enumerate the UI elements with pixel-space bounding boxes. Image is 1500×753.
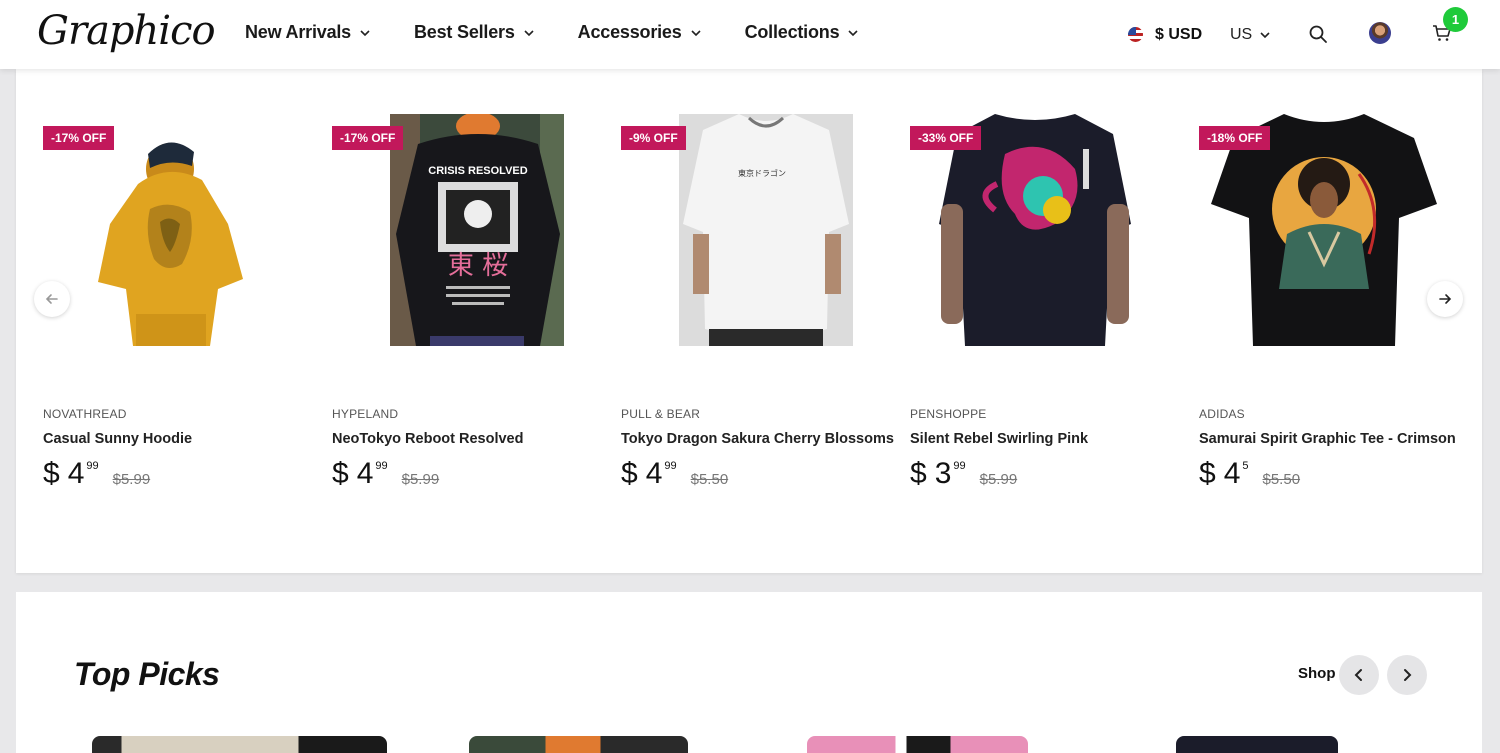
carousel-next-button[interactable] <box>1427 281 1463 317</box>
nav-label: Best Sellers <box>414 22 515 42</box>
product-brand: PULL & BEAR <box>621 407 701 421</box>
product-brand: PENSHOPPE <box>910 407 987 421</box>
original-price: $5.50 <box>690 471 729 488</box>
shirt-print-text: CRISIS RESOLVED <box>428 165 527 177</box>
top-pick-thumbnail[interactable] <box>1176 736 1338 753</box>
us-flag-icon <box>1128 27 1143 42</box>
arrow-right-icon <box>1439 294 1452 304</box>
original-price: $5.99 <box>401 471 440 488</box>
price-currency: $ <box>621 457 638 490</box>
nav-label: New Arrivals <box>245 22 351 42</box>
price-decimal: 99 <box>664 460 677 472</box>
nav-new-arrivals[interactable]: New Arrivals <box>245 22 370 43</box>
top-pick-thumbnail[interactable] <box>807 736 1028 753</box>
chevron-right-icon <box>1404 669 1412 681</box>
cart-count-badge: 1 <box>1443 7 1468 32</box>
price-currency: $ <box>43 457 60 490</box>
product-brand: NOVATHREAD <box>43 407 127 421</box>
discount-badge: -18% OFF <box>1199 126 1271 150</box>
price: $ 3 99 $5.99 <box>910 459 1160 489</box>
product-image[interactable]: -17% OFF <box>43 114 293 346</box>
discount-badge: -17% OFF <box>43 126 115 150</box>
product-card[interactable]: -33% OFF PENSHOPPE Silent Rebel Swirling… <box>910 114 1160 489</box>
shop-link[interactable]: Shop <box>1298 665 1336 682</box>
product-card[interactable]: -18% OFF ADIDAS Samurai Spirit Graphic T… <box>1199 114 1456 489</box>
section-title: Top Picks <box>74 656 220 692</box>
chevron-down-icon <box>360 29 370 36</box>
site-logo[interactable]: Graphico <box>37 8 216 54</box>
price-currency: $ <box>910 457 927 490</box>
product-image[interactable]: -17% OFF CRISIS RESOLVED 東 桜 <box>332 114 582 346</box>
chevron-down-icon <box>524 29 534 36</box>
product-image[interactable]: -33% OFF <box>910 114 1160 346</box>
product-name[interactable]: NeoTokyo Reboot Resolved <box>332 431 582 447</box>
nav-collections[interactable]: Collections <box>745 22 859 43</box>
shirt-kanji: 東 桜 <box>448 251 508 281</box>
price-decimal: 99 <box>375 460 388 472</box>
price: $ 4 99 $5.99 <box>332 459 582 489</box>
product-brand: ADIDAS <box>1199 407 1245 421</box>
price-integer: 4 <box>67 457 85 490</box>
currency-label: $ USD <box>1155 25 1203 43</box>
top-picks-section: Top Picks Shop <box>16 592 1482 753</box>
chevron-down-icon <box>1260 31 1270 38</box>
price-integer: 4 <box>645 457 663 490</box>
price-integer: 3 <box>934 457 952 490</box>
original-price: $5.99 <box>979 471 1018 488</box>
product-image[interactable]: -18% OFF <box>1199 114 1449 346</box>
shirt-print-text: 東京ドラゴン <box>738 168 786 178</box>
main-nav: New Arrivals Best Sellers Accessories Co… <box>245 22 902 43</box>
carousel-prev-button[interactable] <box>34 281 70 317</box>
nav-label: Accessories <box>577 22 682 42</box>
region-label: US <box>1230 25 1253 43</box>
price-decimal: 5 <box>1242 460 1249 472</box>
discount-badge: -9% OFF <box>621 126 686 150</box>
nav-label: Collections <box>744 22 840 42</box>
arrow-left-icon <box>45 294 58 304</box>
original-price: $5.50 <box>1262 471 1301 488</box>
search-icon[interactable] <box>1308 24 1328 44</box>
site-header: Graphico New Arrivals Best Sellers Acces… <box>0 0 1500 69</box>
top-picks-prev-button[interactable] <box>1339 655 1379 695</box>
top-picks-next-button[interactable] <box>1387 655 1427 695</box>
price-currency: $ <box>332 457 349 490</box>
currency-selector[interactable]: $ USD <box>1128 0 1202 69</box>
product-card[interactable]: -17% OFF CRISIS RESOLVED 東 桜 HYPELAND Ne… <box>332 114 582 489</box>
nav-accessories[interactable]: Accessories <box>578 22 701 43</box>
price-integer: 4 <box>356 457 374 490</box>
top-pick-thumbnail[interactable] <box>92 736 387 753</box>
price-decimal: 99 <box>953 460 966 472</box>
price-integer: 4 <box>1223 457 1241 490</box>
white-tee-image: 東京ドラゴン <box>679 114 853 346</box>
price-decimal: 99 <box>86 460 99 472</box>
region-selector[interactable]: US <box>1230 0 1270 69</box>
product-card[interactable]: -17% OFF NOVATHREAD Casual Sunny Hoodie … <box>43 114 293 489</box>
original-price: $5.99 <box>112 471 151 488</box>
graphic-tee-image: CRISIS RESOLVED 東 桜 <box>390 114 564 346</box>
product-card[interactable]: -9% OFF 東京ドラゴン PULL & BEAR Tokyo Dragon … <box>621 114 894 489</box>
price: $ 4 99 $5.50 <box>621 459 871 489</box>
chevron-down-icon <box>690 29 701 36</box>
product-carousel: -17% OFF NOVATHREAD Casual Sunny Hoodie … <box>16 69 1482 573</box>
chevron-left-icon <box>1354 669 1362 681</box>
product-name[interactable]: Tokyo Dragon Sakura Cherry Blossoms <box>621 431 894 447</box>
user-avatar[interactable] <box>1369 22 1391 44</box>
discount-badge: -33% OFF <box>910 126 982 150</box>
top-pick-thumbnail[interactable] <box>469 736 688 753</box>
discount-badge: -17% OFF <box>332 126 404 150</box>
price: $ 4 99 $5.99 <box>43 459 293 489</box>
product-brand: HYPELAND <box>332 407 399 421</box>
product-name[interactable]: Casual Sunny Hoodie <box>43 431 293 447</box>
price: $ 4 5 $5.50 <box>1199 459 1449 489</box>
product-name[interactable]: Samurai Spirit Graphic Tee - Crimson <box>1199 431 1456 447</box>
product-name[interactable]: Silent Rebel Swirling Pink <box>910 431 1160 447</box>
chevron-down-icon <box>848 29 858 36</box>
nav-best-sellers[interactable]: Best Sellers <box>414 22 534 43</box>
price-currency: $ <box>1199 457 1216 490</box>
product-image[interactable]: -9% OFF 東京ドラゴン <box>621 114 871 346</box>
